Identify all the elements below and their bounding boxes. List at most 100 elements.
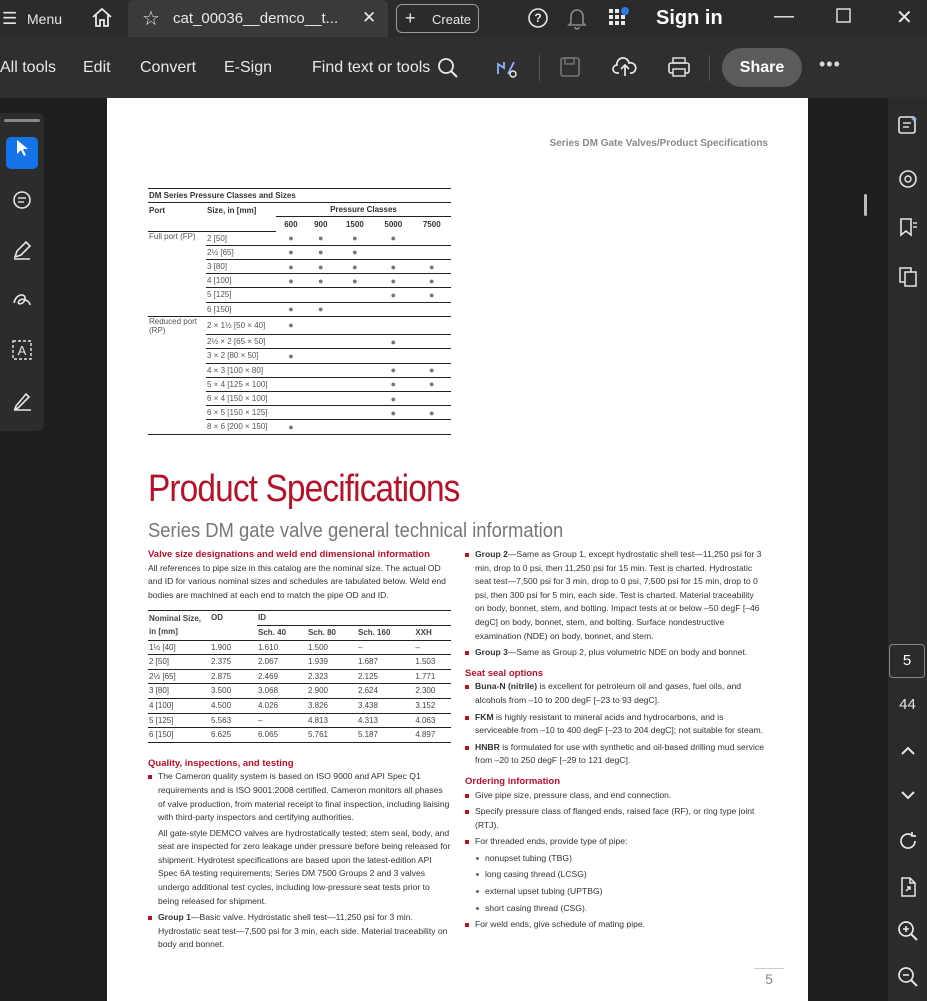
export-file-icon[interactable]	[892, 876, 924, 908]
pressure-table-row: 2½ × 2 [65 × 50] ●	[148, 334, 451, 350]
drag-handle[interactable]	[4, 119, 40, 122]
previous-page-icon[interactable]	[892, 738, 924, 770]
menu-label[interactable]: Menu	[27, 11, 62, 27]
zoom-out-icon[interactable]	[892, 966, 924, 998]
draw-freehand-icon[interactable]	[6, 289, 38, 321]
size-cell: 2 [50]	[206, 231, 276, 246]
availability-dot: ●	[374, 334, 413, 350]
text-box-icon[interactable]: A	[6, 339, 38, 371]
availability-dot: ●	[374, 391, 413, 407]
availability-dot: ●	[305, 273, 336, 289]
port-cell: Reduced port (RP)	[149, 316, 198, 335]
col-nominal: Nominal Size, in [mm]	[148, 610, 210, 641]
zoom-in-icon[interactable]	[892, 920, 924, 952]
print-icon[interactable]	[667, 56, 691, 84]
find-tools-button[interactable]: Find text or tools	[312, 59, 430, 77]
schedule-header: Sch. 80	[307, 627, 336, 637]
apps-grid-icon[interactable]	[608, 7, 632, 34]
empty-cell	[276, 334, 306, 350]
next-page-icon[interactable]	[892, 782, 924, 814]
help-icon[interactable]: ?	[527, 7, 549, 34]
nominal-cell: 4.026	[258, 700, 279, 710]
sign-in-button[interactable]: Sign in	[656, 7, 723, 30]
nominal-cell: 4.500	[211, 700, 232, 710]
hamburger-menu-icon[interactable]: ☰	[2, 9, 17, 29]
sign-pen-icon[interactable]	[6, 389, 38, 421]
availability-dot: ●	[305, 231, 336, 246]
minimize-icon[interactable]: —	[774, 5, 794, 28]
col-id: ID	[257, 610, 451, 626]
nominal-cell: 2.125	[357, 671, 378, 681]
ai-assistant-icon[interactable]	[494, 56, 518, 86]
upload-cloud-icon[interactable]	[612, 55, 638, 85]
comment-icon[interactable]	[6, 189, 38, 221]
close-window-icon[interactable]: ✕	[896, 5, 913, 30]
empty-cell	[335, 334, 375, 350]
nominal-table-row: 2 [50] 2.375 2.067 1.939 1.687 1.503	[148, 655, 451, 670]
close-tab-icon[interactable]: ✕	[362, 8, 376, 28]
nominal-cell: 2.875	[211, 671, 232, 681]
pressure-table-row: 4 [100] ● ● ● ● ●	[148, 273, 451, 289]
size-cell: 5 × 4 [125 × 100]	[206, 377, 276, 392]
availability-dot: ●	[276, 419, 306, 435]
nominal-cell: 2.300	[415, 686, 436, 696]
seat-seal-heading: Seat seal options	[465, 667, 544, 679]
availability-dot: ●	[305, 302, 336, 317]
home-icon[interactable]	[90, 6, 114, 35]
convert-button[interactable]: Convert	[140, 59, 196, 77]
nominal-cell: 1.939	[307, 657, 328, 667]
vertical-scrollbar-thumb[interactable]	[864, 194, 867, 216]
page-number: 5	[754, 968, 784, 987]
svg-text:?: ?	[534, 11, 541, 25]
esign-button[interactable]: E-Sign	[224, 59, 272, 77]
size-cell: 5 [125]	[206, 287, 276, 303]
select-cursor-icon[interactable]	[6, 137, 38, 169]
right-rail: 5 44	[888, 98, 927, 1001]
empty-cell	[374, 348, 413, 364]
search-icon[interactable]	[437, 57, 459, 85]
empty-cell	[305, 391, 336, 407]
rotate-refresh-icon[interactable]	[892, 830, 924, 862]
pressure-classes-table: DM Series Pressure Classes and Sizes Por…	[148, 188, 451, 435]
buna-item: Buna-N (nitrile) is excellent for petrol…	[465, 680, 765, 707]
empty-cell	[412, 334, 451, 350]
pressure-table-row: 5 × 4 [125 × 100] ● ●	[148, 377, 451, 392]
share-button[interactable]: Share	[722, 48, 802, 87]
empty-cell	[374, 316, 413, 336]
availability-dot: ●	[335, 273, 375, 289]
comments-panel-icon[interactable]	[892, 168, 924, 200]
bookmarks-icon[interactable]	[892, 216, 924, 248]
order-item: For weld ends, give schedule of mating p…	[465, 918, 765, 932]
page-number-input[interactable]: 5	[889, 644, 925, 678]
create-button[interactable]: + Create	[396, 4, 479, 33]
nominal-cell: 3.500	[211, 686, 232, 696]
order-item: Give pipe size, pressure class, and end …	[465, 789, 765, 803]
quality-paragraph: The Cameron quality system is based on I…	[148, 770, 451, 824]
empty-cell	[335, 316, 375, 336]
edit-button[interactable]: Edit	[83, 59, 111, 77]
nominal-table-row: 5 [125] 5.563 – 4.813 4.313 4.063	[148, 713, 451, 728]
port-cell	[148, 391, 206, 405]
ai-summary-icon[interactable]	[892, 114, 924, 146]
nominal-cell: 3.438	[357, 700, 378, 710]
availability-dot: ●	[335, 245, 375, 260]
hnbr-label: HNBR	[475, 741, 500, 752]
bell-icon[interactable]	[566, 6, 588, 35]
save-icon[interactable]	[559, 56, 581, 84]
highlight-pen-icon[interactable]	[6, 239, 38, 271]
more-options-icon[interactable]: •••	[819, 54, 841, 75]
fkm-text: is highly resistant to mineral acids and…	[475, 711, 764, 736]
document-tab[interactable]: ☆ cat_00036__demco__t... ✕	[128, 0, 388, 37]
pages-thumbnails-icon[interactable]	[892, 266, 924, 298]
pdf-page: Series DM Gate Valves/Product Specificat…	[107, 98, 808, 1001]
star-icon[interactable]: ☆	[142, 6, 160, 31]
availability-dot: ●	[276, 348, 306, 364]
nominal-cell: –	[357, 642, 363, 652]
availability-dot: ●	[374, 231, 413, 246]
size-cell: 4 [100]	[206, 273, 276, 289]
all-tools-button[interactable]: All tools	[0, 59, 56, 77]
maximize-icon[interactable]	[836, 8, 852, 29]
availability-dot: ●	[276, 245, 306, 260]
nominal-cell: 3.068	[258, 686, 279, 696]
size-cell: 6 × 4 [150 × 100]	[206, 391, 276, 407]
